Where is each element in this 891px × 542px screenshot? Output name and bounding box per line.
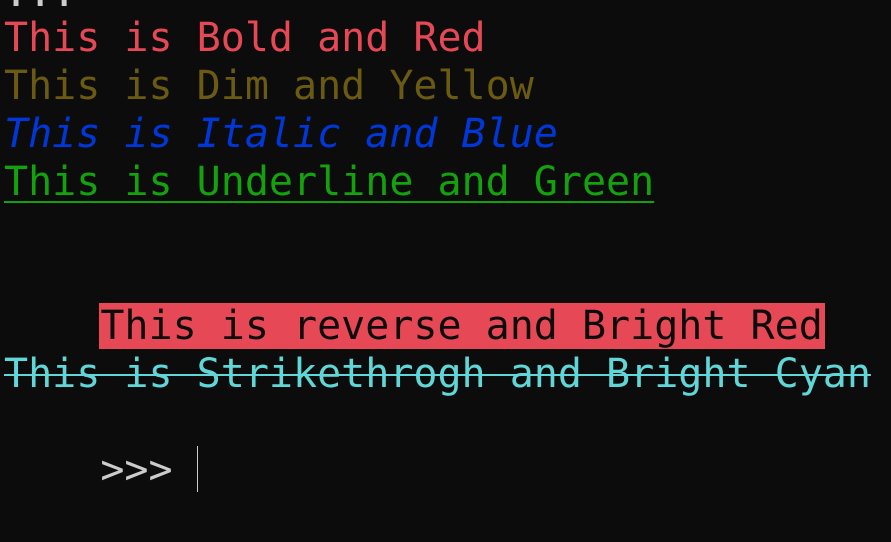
reverse-bright-red-line: This is reverse and Bright Red xyxy=(99,303,825,349)
reverse-red-line-container: This is reverse and Bright Red xyxy=(4,254,825,349)
strike-bright-cyan-line: This is Strikethrogh and Bright Cyan xyxy=(4,351,871,397)
text-cursor xyxy=(196,446,198,492)
italic-blue-line: This is Italic and Blue xyxy=(4,111,558,157)
dim-yellow-line: This is Dim and Yellow xyxy=(4,63,534,109)
prompt-line[interactable]: >>> xyxy=(4,398,198,493)
bold-red-line: This is Bold and Red xyxy=(4,15,486,61)
python-prompt: >>> xyxy=(100,447,173,493)
underline-green-line: This is Underline and Green xyxy=(4,159,655,205)
terminal-window[interactable]: ... This is Bold and Red This is Dim and… xyxy=(0,0,891,493)
